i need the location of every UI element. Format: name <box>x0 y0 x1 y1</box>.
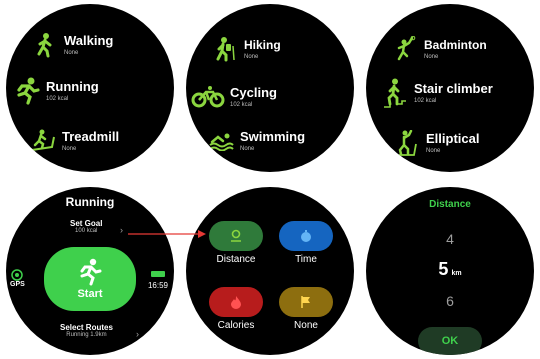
goal-type-screen: Distance Time Calories None <box>186 187 354 355</box>
goal-calories-button[interactable]: Calories <box>208 287 264 331</box>
treadmill-icon <box>28 126 58 156</box>
running-icon <box>80 258 102 286</box>
badminton-icon <box>390 34 420 64</box>
running-start-screen: Running Set Goal 100 kcal › GPS Start 16… <box>6 187 174 355</box>
list-item-label: Running <box>46 78 99 94</box>
chevron-right-icon: › <box>136 329 139 339</box>
flame-icon <box>231 296 241 309</box>
none-pill <box>279 287 333 317</box>
workout-list-screen-1: Walking None Running 102 kcal Treadmill … <box>6 4 174 172</box>
start-button[interactable]: Start <box>44 247 136 311</box>
elliptical-icon <box>392 128 422 158</box>
list-item-label: Swimming <box>240 128 306 144</box>
route-value: Running 1.9km <box>66 332 107 338</box>
running-icon <box>12 76 42 106</box>
list-item-label: Stair climber <box>414 80 493 96</box>
annotation-arrow <box>128 230 206 238</box>
list-item-label: Hiking <box>244 37 281 52</box>
goal-label: Calories <box>217 320 255 331</box>
list-item-sub: 102 kcal <box>46 95 69 102</box>
list-item-label: Elliptical <box>426 130 480 146</box>
hiking-icon <box>210 34 240 64</box>
workout-list-screen-2: Hiking None Cycling 102 kcal Swimming No… <box>186 4 354 172</box>
goal-label: Distance <box>216 254 256 265</box>
current-number: 5 <box>438 259 449 279</box>
set-goal-value: 100 kcal <box>75 228 98 234</box>
workout-list-screen-3: Badminton None Stair climber 102 kcal El… <box>366 4 534 172</box>
distance-icon <box>231 229 241 242</box>
stair-climber-icon <box>380 78 410 108</box>
gps-status: GPS <box>10 269 25 288</box>
goal-distance-button[interactable]: Distance <box>208 221 264 265</box>
list-item-treadmill[interactable]: Treadmill None <box>28 126 119 156</box>
swimming-icon <box>206 126 236 156</box>
distance-pill <box>209 221 263 251</box>
list-item-running[interactable]: Running 102 kcal <box>12 76 99 106</box>
picker-current-value[interactable]: 5 km <box>366 259 534 280</box>
list-item-label: Walking <box>64 32 114 48</box>
goal-time-button[interactable]: Time <box>278 221 334 265</box>
list-item-label: Cycling <box>230 84 277 100</box>
goal-none-button[interactable]: None <box>278 287 334 331</box>
battery-icon <box>150 271 165 277</box>
stopwatch-icon <box>301 230 311 242</box>
start-label: Start <box>77 288 103 300</box>
goal-label: None <box>294 320 318 331</box>
list-item-sub: None <box>240 145 255 152</box>
list-item-sub: None <box>64 49 79 56</box>
list-item-sub: 102 kcal <box>414 97 437 104</box>
clock-time: 16:59 <box>147 281 168 290</box>
list-item-elliptical[interactable]: Elliptical None <box>392 128 479 158</box>
list-item-sub: None <box>244 53 259 60</box>
picker-title: Distance <box>429 199 471 210</box>
list-item-sub: None <box>424 53 439 60</box>
list-item-label: Treadmill <box>62 128 120 144</box>
picker-prev-value[interactable]: 4 <box>366 231 534 247</box>
goal-label: Time <box>295 254 317 265</box>
unit-label: km <box>451 270 462 277</box>
set-goal-label: Set Goal <box>70 219 103 228</box>
list-item-cycling[interactable]: Cycling 102 kcal <box>190 82 277 112</box>
list-item-badminton[interactable]: Badminton None <box>390 34 487 64</box>
flag-icon <box>301 296 310 308</box>
list-item-label: Badminton <box>424 37 487 52</box>
walking-icon <box>30 30 60 60</box>
set-goal-button[interactable]: Set Goal 100 kcal <box>70 219 102 234</box>
battery-status: 16:59 <box>148 271 168 290</box>
cycling-icon <box>190 82 226 112</box>
list-item-sub: None <box>426 147 441 154</box>
time-pill <box>279 221 333 251</box>
picker-next-value[interactable]: 6 <box>366 293 534 309</box>
select-routes-label: Select Routes <box>60 323 113 332</box>
chevron-right-icon: › <box>120 225 123 235</box>
list-item-walking[interactable]: Walking None <box>30 30 113 60</box>
select-routes-button[interactable]: Select Routes Running 1.9km <box>60 323 113 338</box>
list-item-sub: 102 kcal <box>230 101 253 108</box>
calories-pill <box>209 287 263 317</box>
list-item-hiking[interactable]: Hiking None <box>210 34 281 64</box>
ok-button[interactable]: OK <box>418 327 482 355</box>
workout-title: Running <box>65 195 115 209</box>
gps-icon <box>11 269 24 281</box>
list-item-stair-climber[interactable]: Stair climber 102 kcal <box>380 78 493 108</box>
list-item-sub: None <box>62 145 77 152</box>
list-item-swimming[interactable]: Swimming None <box>206 126 305 156</box>
distance-picker-screen: Distance 4 5 km 6 OK <box>366 187 534 355</box>
gps-label: GPS <box>10 281 25 288</box>
